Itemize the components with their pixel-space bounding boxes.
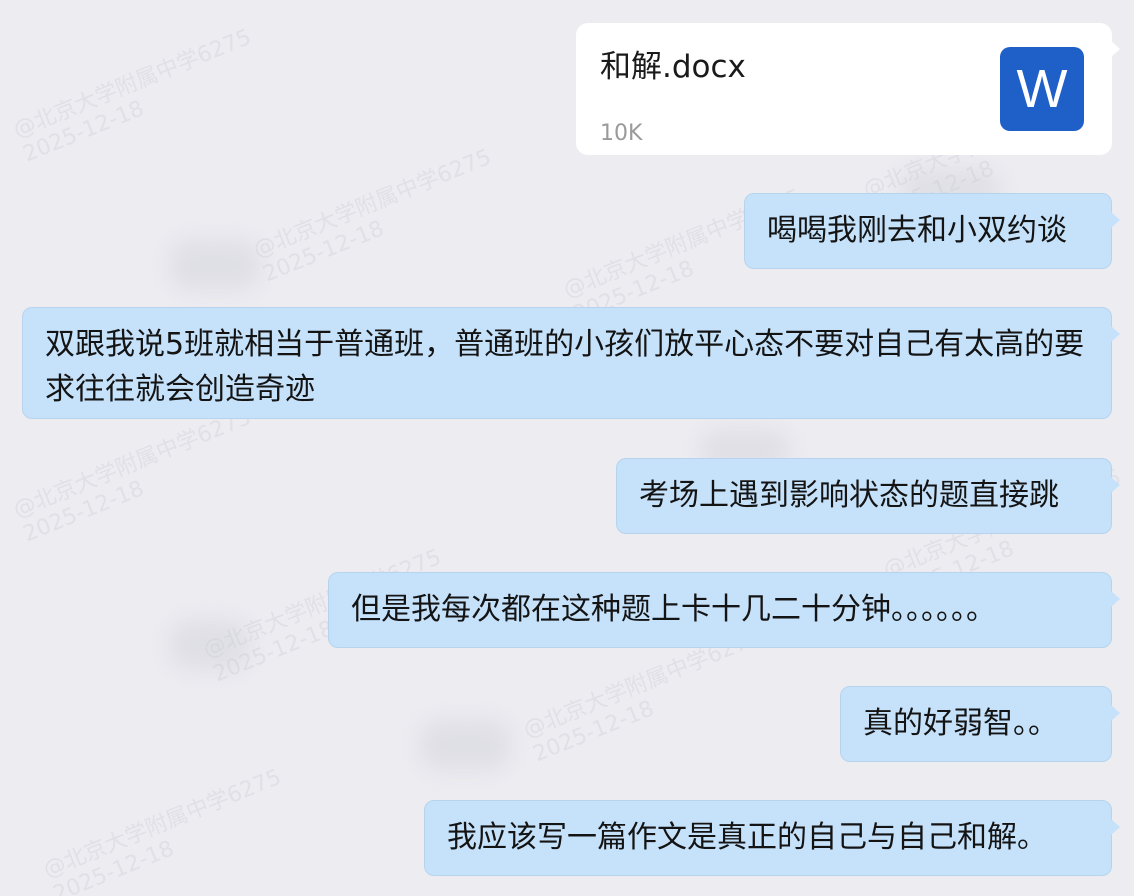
blurred-avatar: [170, 620, 250, 670]
chat-bubble[interactable]: 真的好弱智。。: [840, 686, 1120, 762]
chat-bubble[interactable]: 考场上遇到影响状态的题直接跳: [616, 458, 1120, 534]
chat-bubble[interactable]: 喝喝我刚去和小双约谈: [744, 193, 1120, 269]
blurred-avatar: [170, 240, 260, 290]
chat-bubble[interactable]: 双跟我说5班就相当于普通班，普通班的小孩们放平心态不要对自己有太高的要求往往就会…: [22, 307, 1120, 419]
blurred-avatar: [420, 720, 510, 770]
watermark: @北京大学附属中学62752025-12-18: [250, 144, 495, 288]
file-name: 和解.docx: [600, 49, 746, 85]
file-size: 10K: [600, 121, 643, 146]
watermark: @北京大学附属中学62752025-12-18: [10, 404, 255, 548]
watermark: @北京大学附属中学62752025-12-18: [40, 764, 285, 896]
chat-bubble[interactable]: 但是我每次都在这种题上卡十几二十分钟。。。。。。: [328, 572, 1120, 648]
file-message-card[interactable]: 和解.docx 10K W: [576, 23, 1120, 155]
chat-bubble[interactable]: 我应该写一篇作文是真正的自己与自己和解。: [424, 800, 1120, 876]
word-document-icon: W: [1000, 47, 1084, 131]
watermark: @北京大学附属中学62752025-12-18: [10, 24, 255, 168]
